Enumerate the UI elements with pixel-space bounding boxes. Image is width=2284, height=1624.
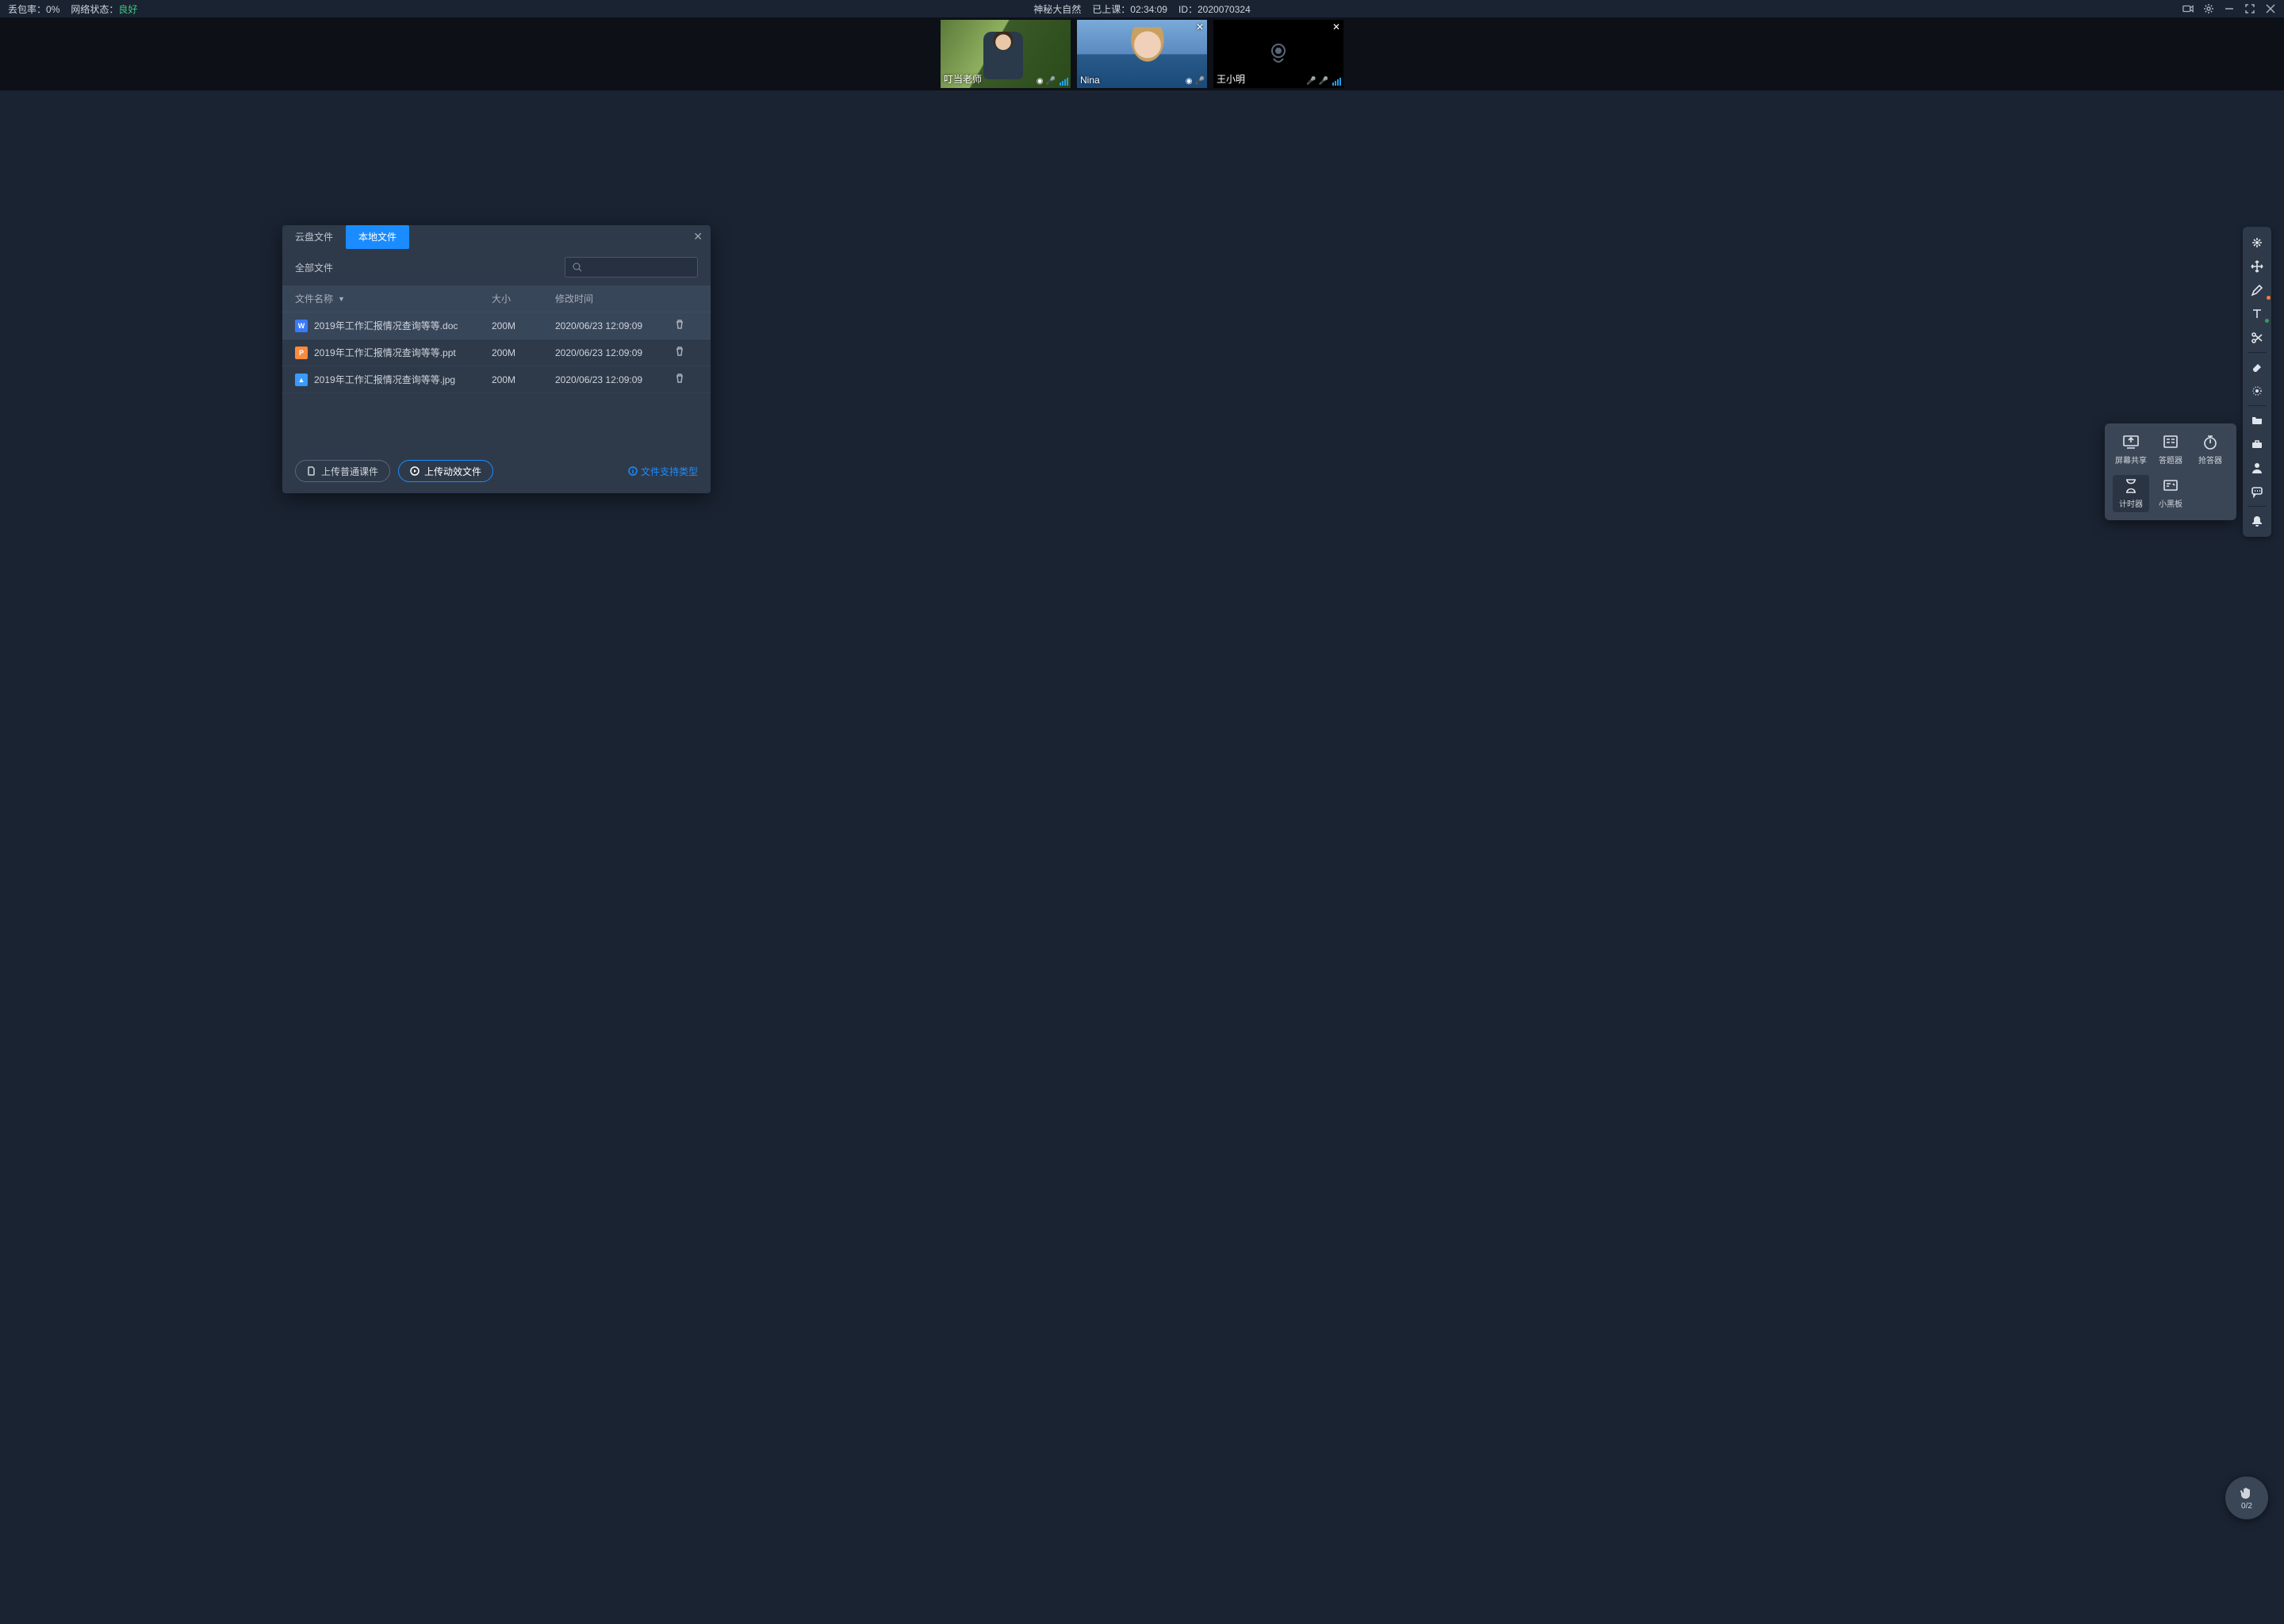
- participant-name: 王小明: [1217, 72, 1245, 86]
- file-size: 200M: [492, 320, 555, 331]
- delete-file-icon[interactable]: [674, 375, 685, 386]
- file-name: 2019年工作汇报情况查询等等.ppt: [314, 346, 456, 359]
- tool-folder-icon[interactable]: [2245, 409, 2269, 431]
- file-list: W2019年工作汇报情况查询等等.doc200M2020/06/23 12:09…: [282, 312, 711, 393]
- file-type-icon: W: [295, 320, 308, 332]
- video-tile-student[interactable]: ✕ Nina ◉ 🎤: [1077, 20, 1207, 88]
- participant-name: Nina: [1080, 75, 1100, 86]
- file-size: 200M: [492, 347, 555, 358]
- camera-on-icon: ◉: [1037, 77, 1044, 86]
- file-size: 200M: [492, 374, 555, 385]
- upload-normal-button[interactable]: 上传普通课件: [295, 460, 390, 482]
- tool-move-icon[interactable]: [2245, 255, 2269, 278]
- hand-raise-count: 0/2: [2241, 1502, 2252, 1511]
- tab-cloud-files[interactable]: 云盘文件: [282, 225, 346, 249]
- tool-timer[interactable]: 计时器: [2113, 475, 2149, 512]
- tab-local-files[interactable]: 本地文件: [346, 225, 409, 249]
- video-tile-teacher[interactable]: 叮当老师 ◉ 🎤: [941, 20, 1071, 88]
- mic-muted-icon: 🎤: [1306, 77, 1316, 86]
- hand-icon: [2239, 1485, 2255, 1501]
- mic-on-icon: 🎤: [1046, 77, 1056, 86]
- top-status-bar: 丢包率：0% 网络状态：良好 神秘大自然 已上课：02:34:09 ID：202…: [0, 0, 2284, 17]
- file-time: 2020/06/23 12:09:09: [555, 374, 674, 385]
- tool-bell-icon[interactable]: [2245, 510, 2269, 532]
- elapsed-time: 已上课：02:34:09: [1092, 2, 1167, 16]
- file-upload-dialog: 云盘文件 本地文件 ✕ 全部文件 文件名称 ▼ 大小 修改时间 W 2019年工作…: [282, 225, 711, 493]
- file-type-icon: P: [295, 347, 308, 359]
- file-type-icon: ▲: [295, 373, 308, 386]
- hand-raise-button[interactable]: 0/2: [2225, 1477, 2268, 1519]
- file-name: 2019年工作汇报情况查询等等.jpg: [314, 373, 455, 386]
- file-row[interactable]: ▲ 2019年工作汇报情况查询等等.jpg 200M2020/06/23 12:09…: [282, 366, 711, 393]
- file-row[interactable]: P 2019年工作汇报情况查询等等.ppt 200M2020/06/23 12:09…: [282, 339, 711, 366]
- participant-video-strip: 叮当老师 ◉ 🎤 ✕ Nina ◉ 🎤 ✕ 王小明 🎤 🎤: [0, 17, 2284, 90]
- session-id: ID：2020070324: [1178, 2, 1251, 16]
- column-name-header[interactable]: 文件名称 ▼: [295, 292, 492, 305]
- fullscreen-icon[interactable]: [2244, 3, 2255, 14]
- camera-on-icon: ◉: [1186, 77, 1193, 86]
- tool-brightness-icon[interactable]: [2245, 380, 2269, 402]
- course-name: 神秘大自然: [1033, 2, 1081, 16]
- tool-text-icon[interactable]: [2245, 303, 2269, 325]
- search-input[interactable]: [565, 257, 698, 278]
- upload-animated-button[interactable]: 上传动效文件: [398, 460, 493, 482]
- delete-file-icon[interactable]: [674, 348, 685, 359]
- tool-answer-device[interactable]: 答题器: [2152, 431, 2189, 469]
- close-icon[interactable]: ✕: [1196, 21, 1204, 33]
- network-status: 网络状态：良好: [71, 2, 137, 16]
- minimize-icon[interactable]: [2224, 3, 2235, 14]
- signal-icon: [1060, 78, 1068, 86]
- tool-user-icon[interactable]: [2245, 457, 2269, 479]
- tool-chat-icon[interactable]: [2245, 481, 2269, 503]
- tool-pen-icon[interactable]: [2245, 279, 2269, 301]
- mic-on-icon: 🎤: [1195, 77, 1205, 86]
- sort-desc-icon: ▼: [338, 295, 345, 303]
- tool-screen-share[interactable]: 屏幕共享: [2113, 431, 2149, 469]
- video-tile-student[interactable]: ✕ 王小明 🎤 🎤: [1213, 20, 1343, 88]
- camera-toggle-icon[interactable]: [2182, 3, 2194, 14]
- tool-scissors-icon[interactable]: [2245, 327, 2269, 349]
- tool-laser-icon[interactable]: [2245, 232, 2269, 254]
- tool-race-answer[interactable]: 抢答器: [2192, 431, 2228, 469]
- mic-on-icon: 🎤: [1319, 77, 1328, 86]
- file-filter-label[interactable]: 全部文件: [295, 261, 333, 274]
- close-icon[interactable]: ✕: [1332, 21, 1340, 33]
- column-time-header[interactable]: 修改时间: [555, 292, 674, 305]
- column-size-header[interactable]: 大小: [492, 292, 555, 305]
- tool-toolbox-icon[interactable]: [2245, 433, 2269, 455]
- file-time: 2020/06/23 12:09:09: [555, 320, 674, 331]
- delete-file-icon[interactable]: [674, 321, 685, 332]
- file-list-header: 文件名称 ▼ 大小 修改时间: [282, 285, 711, 312]
- supported-types-link[interactable]: 文件支持类型: [628, 465, 698, 478]
- close-window-icon[interactable]: [2265, 3, 2276, 14]
- signal-icon: [1332, 78, 1341, 86]
- toolbox-popover: 屏幕共享 答题器 抢答器 计时器 小黑板: [2105, 423, 2236, 520]
- file-time: 2020/06/23 12:09:09: [555, 347, 674, 358]
- tool-small-board[interactable]: 小黑板: [2152, 475, 2189, 512]
- close-dialog-icon[interactable]: ✕: [693, 230, 703, 243]
- right-toolbar: [2243, 227, 2271, 537]
- packet-loss: 丢包率：0%: [8, 2, 59, 16]
- tool-eraser-icon[interactable]: [2245, 356, 2269, 378]
- settings-icon[interactable]: [2203, 3, 2214, 14]
- participant-name: 叮当老师: [944, 72, 982, 86]
- file-row[interactable]: W 2019年工作汇报情况查询等等.doc 200M2020/06/23 12:09…: [282, 312, 711, 339]
- file-name: 2019年工作汇报情况查询等等.doc: [314, 319, 458, 332]
